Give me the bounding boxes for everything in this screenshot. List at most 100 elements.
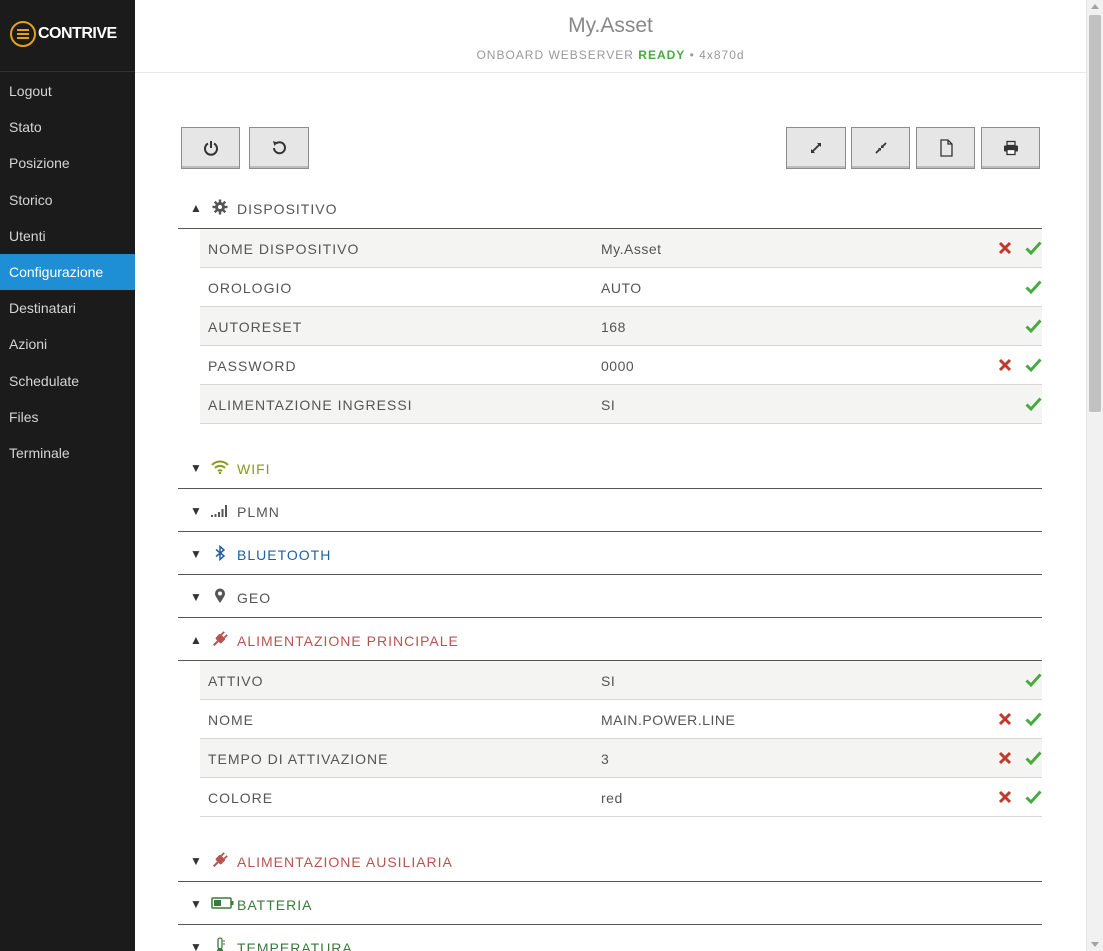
config-row-nome-dispositivo: NOME DISPOSITIVO My.Asset bbox=[200, 229, 1042, 268]
status-badge: READY bbox=[638, 48, 686, 62]
collapse-all-button[interactable] bbox=[851, 127, 910, 169]
confirm-icon[interactable] bbox=[1025, 789, 1042, 805]
section-dispositivo[interactable]: ▲ DISPOSITIVO bbox=[178, 186, 1042, 229]
clear-icon[interactable] bbox=[998, 358, 1012, 372]
expand-arrow-icon[interactable]: ▼ bbox=[190, 547, 202, 561]
sidebar-item-configurazione[interactable]: Configurazione bbox=[0, 253, 135, 291]
refresh-button[interactable] bbox=[249, 127, 309, 169]
section-title: ALIMENTAZIONE AUSILIARIA bbox=[237, 854, 453, 870]
status-line: ONBOARD WEBSERVER READY • 4x870d bbox=[135, 48, 1086, 62]
confirm-icon[interactable] bbox=[1025, 672, 1042, 688]
logo-mark-icon bbox=[10, 21, 36, 47]
sidebar-item-azioni[interactable]: Azioni bbox=[0, 326, 135, 362]
row-label: NOME bbox=[208, 712, 254, 728]
sidebar-item-files[interactable]: Files bbox=[0, 399, 135, 435]
bluetooth-icon bbox=[211, 544, 229, 562]
sidebar-nav: Logout Stato Posizione Storico Utenti Co… bbox=[0, 73, 135, 471]
sidebar-item-stato[interactable]: Stato bbox=[0, 109, 135, 145]
expand-arrow-icon[interactable]: ▼ bbox=[190, 461, 202, 475]
confirm-icon[interactable] bbox=[1025, 318, 1042, 334]
plug-icon bbox=[211, 630, 229, 648]
section-title: PLMN bbox=[237, 504, 280, 520]
expand-icon bbox=[811, 143, 821, 153]
clear-icon[interactable] bbox=[998, 790, 1012, 804]
power-button[interactable] bbox=[181, 127, 240, 169]
clear-icon[interactable] bbox=[998, 751, 1012, 765]
scroll-up-icon[interactable] bbox=[1091, 4, 1099, 9]
clear-icon[interactable] bbox=[998, 241, 1012, 255]
section-alimentazione-ausiliaria[interactable]: ▼ ALIMENTAZIONE AUSILIARIA bbox=[178, 839, 1042, 882]
sidebar-item-storico[interactable]: Storico bbox=[0, 182, 135, 218]
vertical-scrollbar[interactable] bbox=[1086, 0, 1103, 951]
config-row-password: PASSWORD 0000 bbox=[200, 346, 1042, 385]
thermometer-icon bbox=[211, 937, 229, 951]
config-row-orologio: OROLOGIO AUTO bbox=[200, 268, 1042, 307]
row-value[interactable]: AUTO bbox=[601, 280, 642, 296]
scroll-down-icon[interactable] bbox=[1091, 942, 1099, 947]
expand-arrow-icon[interactable]: ▼ bbox=[190, 897, 202, 911]
status-suffix: • 4x870d bbox=[689, 48, 745, 62]
row-value[interactable]: 168 bbox=[601, 319, 626, 335]
map-marker-icon bbox=[211, 587, 229, 605]
config-row-tempo-di-attivazione: TEMPO DI ATTIVAZIONE 3 bbox=[200, 739, 1042, 778]
config-row-alimentazione-ingressi: ALIMENTAZIONE INGRESSI SI bbox=[200, 385, 1042, 424]
page-header: My.Asset ONBOARD WEBSERVER READY • 4x870… bbox=[135, 0, 1086, 73]
config-row-colore: COLORE red bbox=[200, 778, 1042, 817]
sidebar-item-utenti[interactable]: Utenti bbox=[0, 218, 135, 254]
row-value[interactable]: red bbox=[601, 790, 623, 806]
section-title: GEO bbox=[237, 590, 272, 606]
row-value[interactable]: SI bbox=[601, 397, 615, 413]
sidebar-item-terminale[interactable]: Terminale bbox=[0, 435, 135, 471]
config-row-nome: NOME MAIN.POWER.LINE bbox=[200, 700, 1042, 739]
row-value[interactable]: MAIN.POWER.LINE bbox=[601, 712, 735, 728]
section-temperatura[interactable]: ▼ TEMPERATURA bbox=[178, 925, 1042, 951]
confirm-icon[interactable] bbox=[1025, 279, 1042, 295]
section-title: DISPOSITIVO bbox=[237, 201, 338, 217]
collapse-arrow-icon[interactable]: ▲ bbox=[190, 201, 202, 215]
row-label: COLORE bbox=[208, 790, 274, 806]
sidebar: CONTRIVE Logout Stato Posizione Storico … bbox=[0, 0, 135, 951]
expand-arrow-icon[interactable]: ▼ bbox=[190, 504, 202, 518]
collapse-arrow-icon[interactable]: ▲ bbox=[190, 633, 202, 647]
wifi-icon bbox=[211, 458, 229, 476]
section-alimentazione-principale[interactable]: ▲ ALIMENTAZIONE PRINCIPALE bbox=[178, 618, 1042, 661]
config-row-attivo: ATTIVO SI bbox=[200, 661, 1042, 700]
section-wifi[interactable]: ▼ WIFI bbox=[178, 446, 1042, 489]
confirm-icon[interactable] bbox=[1025, 240, 1042, 256]
collapse-icon bbox=[874, 142, 887, 154]
sidebar-item-posizione[interactable]: Posizione bbox=[0, 145, 135, 181]
file-button[interactable] bbox=[916, 127, 975, 169]
print-button[interactable] bbox=[981, 127, 1040, 169]
section-plmn[interactable]: ▼ PLMN bbox=[178, 489, 1042, 532]
row-label: AUTORESET bbox=[208, 319, 303, 335]
expand-arrow-icon[interactable]: ▼ bbox=[190, 940, 202, 951]
confirm-icon[interactable] bbox=[1025, 750, 1042, 766]
confirm-icon[interactable] bbox=[1025, 396, 1042, 412]
row-value[interactable]: SI bbox=[601, 673, 615, 689]
sidebar-item-logout[interactable]: Logout bbox=[0, 73, 135, 109]
file-icon bbox=[939, 139, 953, 157]
sidebar-item-schedulate[interactable]: Schedulate bbox=[0, 363, 135, 399]
section-batteria[interactable]: ▼ BATTERIA bbox=[178, 882, 1042, 925]
row-value[interactable]: 3 bbox=[601, 751, 609, 767]
scroll-thumb[interactable] bbox=[1089, 15, 1101, 412]
logo-text: CONTRIVE bbox=[38, 25, 117, 42]
logo: CONTRIVE bbox=[0, 0, 135, 72]
section-title: ALIMENTAZIONE PRINCIPALE bbox=[237, 633, 459, 649]
expand-arrow-icon[interactable]: ▼ bbox=[190, 590, 202, 604]
section-title: WIFI bbox=[237, 461, 271, 477]
sidebar-item-destinatari[interactable]: Destinatari bbox=[0, 290, 135, 326]
clear-icon[interactable] bbox=[998, 712, 1012, 726]
row-label: ATTIVO bbox=[208, 673, 264, 689]
expand-arrow-icon[interactable]: ▼ bbox=[190, 854, 202, 868]
battery-icon bbox=[211, 894, 235, 912]
confirm-icon[interactable] bbox=[1025, 357, 1042, 373]
confirm-icon[interactable] bbox=[1025, 711, 1042, 727]
signal-icon bbox=[211, 501, 229, 519]
row-label: PASSWORD bbox=[208, 358, 297, 374]
section-bluetooth[interactable]: ▼ BLUETOOTH bbox=[178, 532, 1042, 575]
section-geo[interactable]: ▼ GEO bbox=[178, 575, 1042, 618]
expand-all-button[interactable] bbox=[786, 127, 846, 169]
row-value[interactable]: 0000 bbox=[601, 358, 634, 374]
row-value[interactable]: My.Asset bbox=[601, 241, 662, 257]
